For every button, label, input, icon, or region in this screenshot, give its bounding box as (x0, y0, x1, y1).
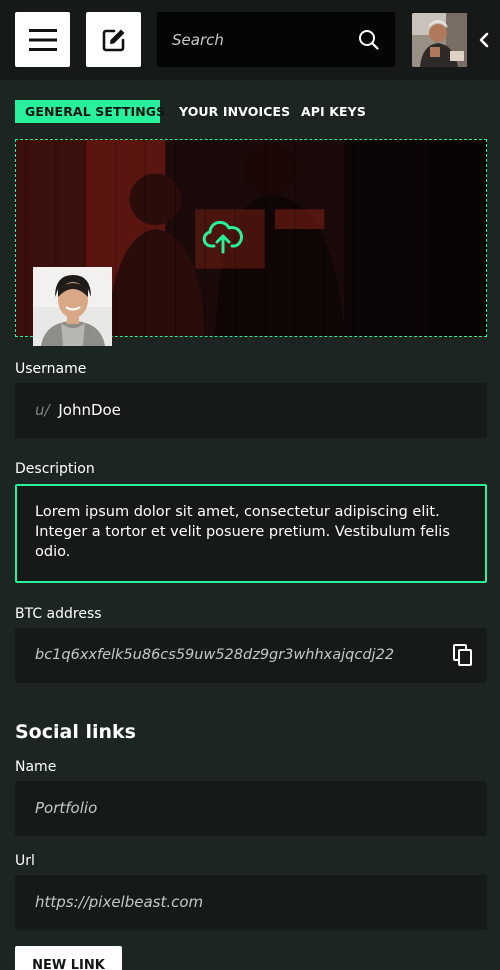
username-text: u/ JohnDoe (35, 383, 121, 438)
social-links-heading: Social links (15, 721, 136, 743)
link-url-label: Url (15, 853, 35, 869)
tab-api-keys[interactable]: API KEYS (301, 100, 366, 123)
username-prefix: u/ (35, 401, 50, 419)
tab-general-settings[interactable]: GENERAL SETTINGS (15, 100, 165, 123)
tab-your-invoices[interactable]: YOUR INVOICES (179, 100, 290, 123)
search-input[interactable] (157, 12, 347, 67)
username-label: Username (15, 361, 87, 377)
compose-button[interactable] (86, 12, 141, 67)
hamburger-menu-icon (28, 28, 57, 51)
chevron-left-icon[interactable] (477, 31, 491, 49)
description-label: Description (15, 461, 95, 477)
username-value[interactable]: JohnDoe (58, 401, 121, 419)
btc-address-label: BTC address (15, 606, 102, 622)
search-bar (157, 12, 395, 67)
link-name-field[interactable]: Portfolio (15, 781, 487, 836)
description-textarea[interactable]: Lorem ipsum dolor sit amet, consectetur … (15, 484, 487, 583)
menu-button[interactable] (15, 12, 70, 67)
new-link-button[interactable]: NEW LINK (15, 946, 122, 970)
search-icon[interactable] (358, 29, 379, 50)
link-name-label: Name (15, 759, 57, 775)
link-url-placeholder: https://pixelbeast.com (35, 893, 204, 911)
btc-address-field[interactable]: bc1q6xxfelk5u86cs59uw528dz9gr3whhxajqcdj… (15, 628, 487, 683)
cloud-upload-icon (202, 220, 243, 254)
edit-icon (102, 29, 124, 51)
link-name-placeholder: Portfolio (35, 799, 98, 817)
copy-icon[interactable] (453, 644, 473, 667)
link-url-field[interactable]: https://pixelbeast.com (15, 875, 487, 930)
user-avatar[interactable] (412, 13, 467, 67)
btc-address-value[interactable]: bc1q6xxfelk5u86cs59uw528dz9gr3whhxajqcdj… (35, 628, 394, 683)
profile-photo[interactable] (33, 267, 112, 346)
top-bar (0, 0, 500, 80)
username-field[interactable]: u/ JohnDoe (15, 383, 487, 438)
